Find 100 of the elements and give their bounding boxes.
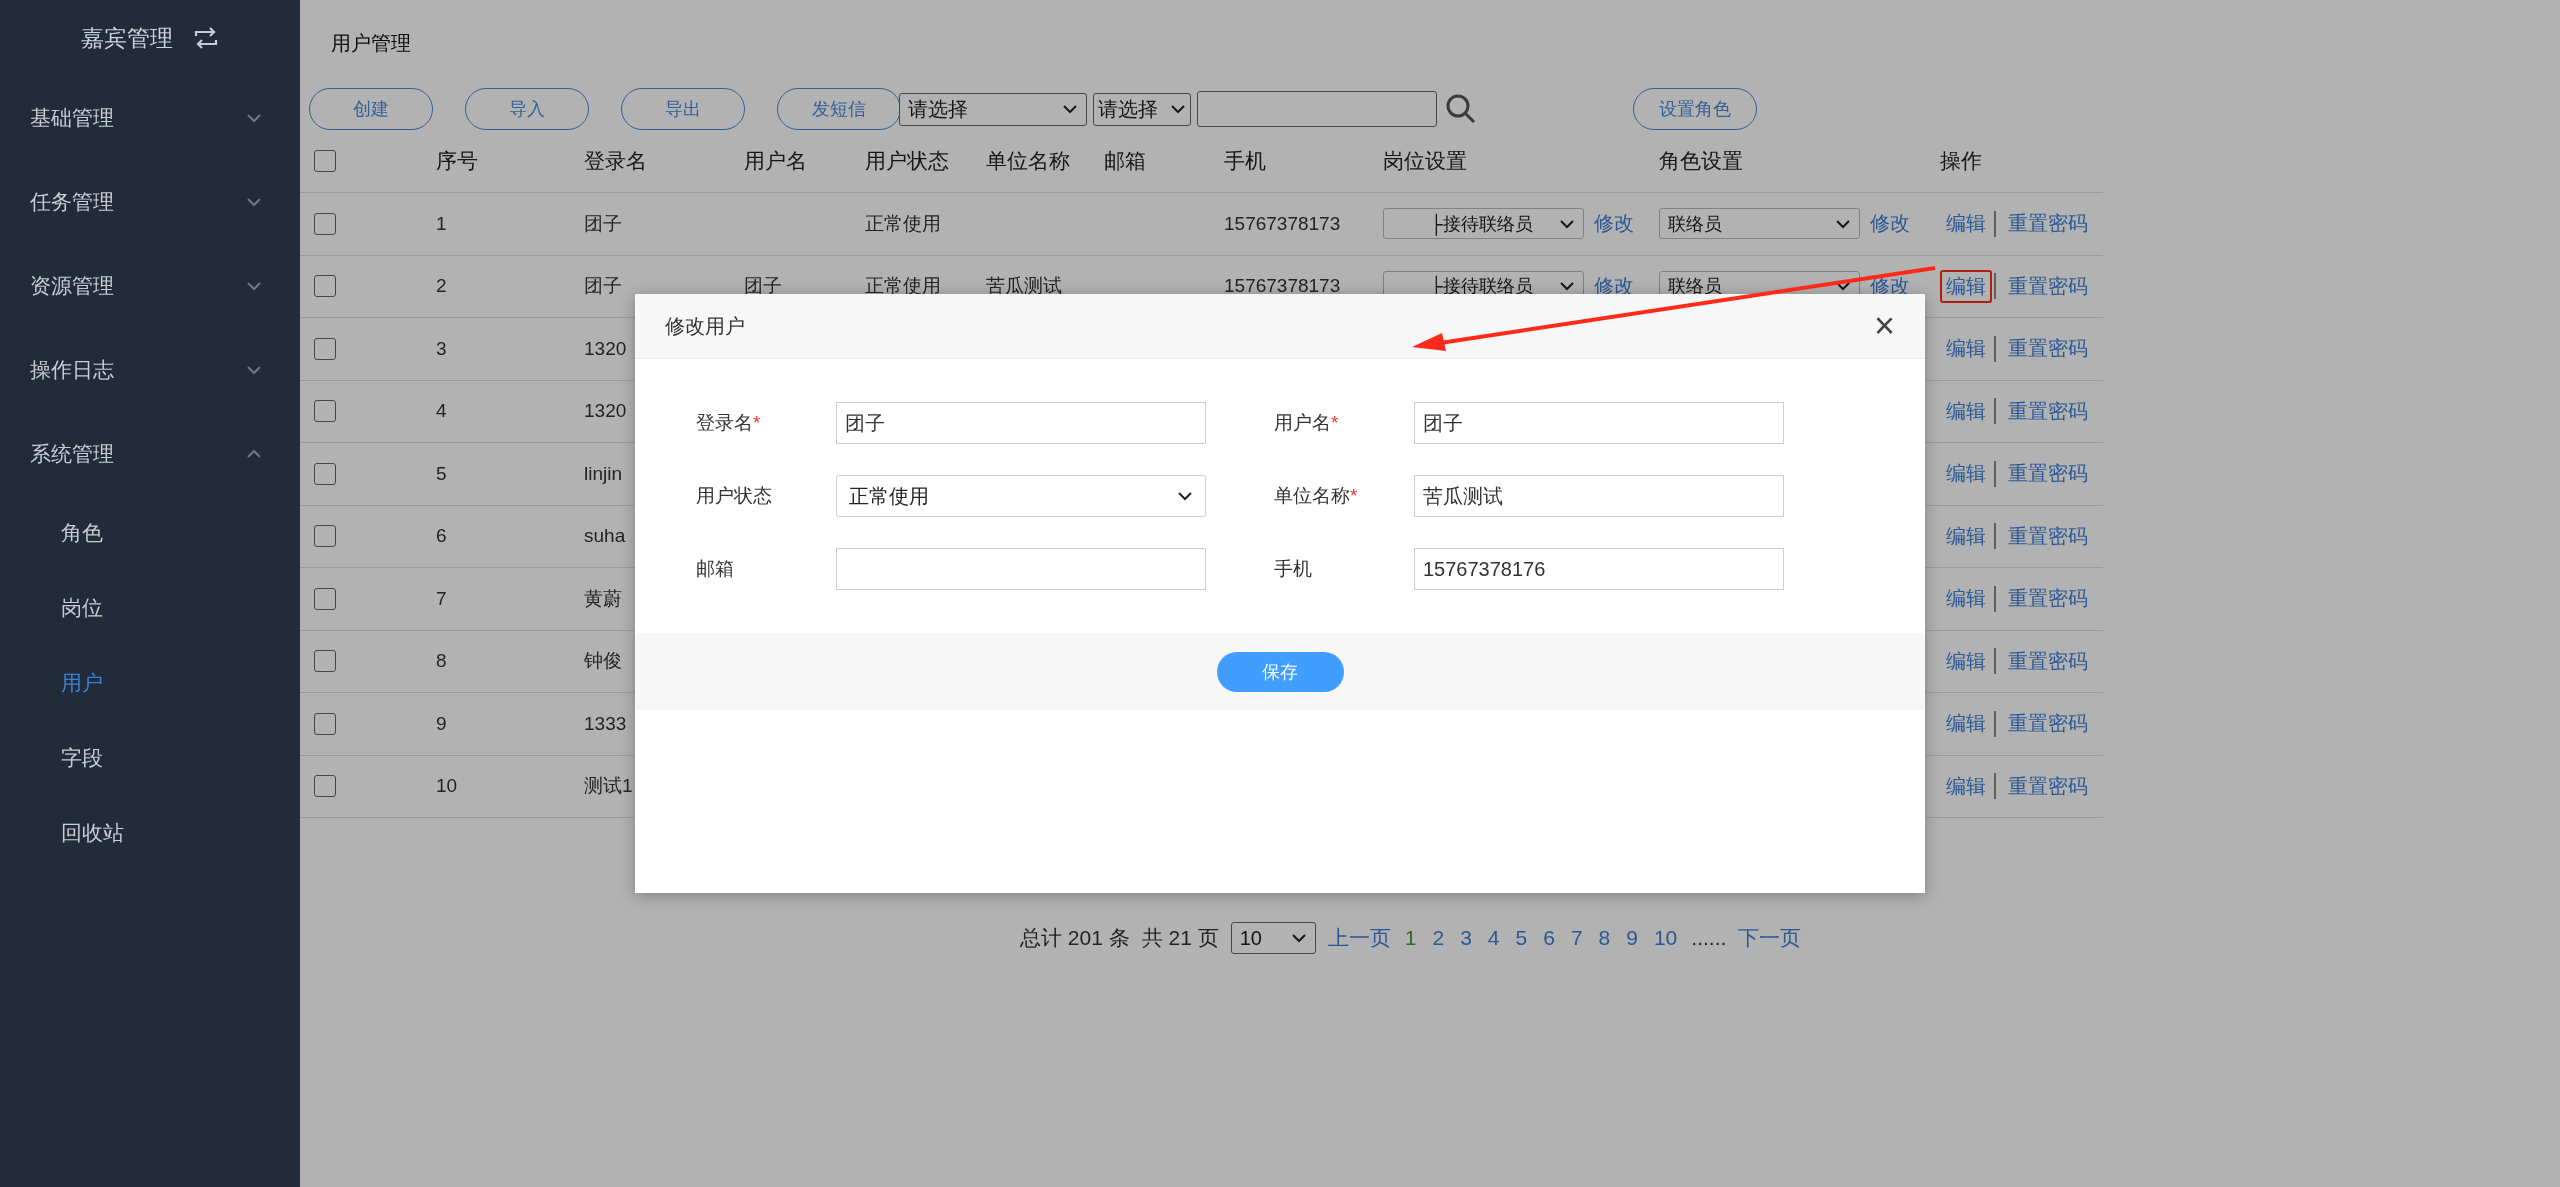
table-cell: 6	[436, 525, 447, 548]
row-checkbox[interactable]	[314, 212, 336, 235]
next-page-link[interactable]: 下一页	[1738, 924, 1802, 952]
input-field[interactable]: 15767378176	[1414, 548, 1784, 590]
table-cell-text: 黄蔚	[584, 586, 622, 611]
dialog-title: 修改用户	[665, 313, 745, 339]
menu-item[interactable]: 操作日志	[0, 328, 300, 412]
table-cell-text: 苦瓜测试	[986, 274, 1062, 299]
row-checkbox[interactable]	[314, 775, 336, 798]
edit-link[interactable]: 编辑	[1940, 269, 1992, 303]
row-checkbox[interactable]	[314, 712, 336, 735]
page-link[interactable]: 6	[1543, 926, 1555, 950]
row-checkbox[interactable]	[314, 462, 336, 485]
prev-page-link[interactable]: 上一页	[1327, 924, 1391, 952]
table-cell: 1	[436, 212, 447, 235]
post-select[interactable]: ├接待联络员	[1383, 208, 1584, 240]
reset-password-link[interactable]: 重置密码	[2001, 644, 2094, 678]
chevron-down-icon	[1170, 103, 1186, 115]
page-link[interactable]: 5	[1515, 926, 1528, 950]
table-cell: 8	[436, 650, 447, 673]
menu-item[interactable]: 资源管理	[0, 244, 300, 328]
chevron-down-icon	[246, 196, 262, 208]
menu-item[interactable]: 基础管理	[0, 76, 300, 160]
field-label: 邮箱	[696, 557, 735, 581]
submenu-item[interactable]: 岗位	[0, 571, 300, 646]
toolbar-button[interactable]: 导入	[465, 88, 589, 130]
reset-password-link[interactable]: 重置密码	[2001, 269, 2094, 303]
input-field[interactable]	[836, 548, 1206, 590]
row-checkbox[interactable]	[314, 650, 336, 673]
page-size-select[interactable]: 10	[1230, 922, 1316, 954]
submenu-item[interactable]: 回收站	[0, 796, 300, 871]
edit-link[interactable]: 编辑	[1940, 207, 1992, 241]
submenu-item[interactable]: 用户	[0, 646, 300, 721]
edit-link[interactable]: 编辑	[1940, 644, 1992, 678]
reset-password-link[interactable]: 重置密码	[2001, 457, 2094, 491]
page-link[interactable]: 1	[1404, 926, 1417, 950]
row-checkbox[interactable]	[314, 587, 336, 610]
table-cell: suha	[584, 525, 626, 548]
search-field[interactable]	[1197, 91, 1437, 127]
toolbar-button[interactable]: 创建	[309, 88, 433, 130]
page-link[interactable]: 10	[1653, 926, 1678, 950]
input-field[interactable]: 团子	[1414, 402, 1784, 444]
chevron-down-icon	[246, 280, 262, 292]
search-icon	[1445, 93, 1477, 125]
chevron-down-icon	[1559, 280, 1575, 293]
edit-link[interactable]: 编辑	[1940, 394, 1992, 428]
filter-select[interactable]: 请选择	[899, 92, 1087, 126]
field-label: 登录名*	[696, 411, 762, 435]
field-label: 单位名称*	[1274, 484, 1359, 508]
row-checkbox[interactable]	[314, 275, 336, 298]
swap-icon	[193, 27, 219, 49]
input-field[interactable]: 团子	[836, 402, 1206, 444]
chevron-up-icon	[246, 448, 262, 460]
table-cell: 3	[436, 337, 447, 360]
submenu-item[interactable]: 角色	[0, 496, 300, 571]
menu-item[interactable]: 任务管理	[0, 160, 300, 244]
close-button[interactable]: ×	[1867, 308, 1901, 344]
reset-password-link[interactable]: 重置密码	[2001, 394, 2094, 428]
input-field[interactable]: 苦瓜测试	[1414, 475, 1784, 517]
reset-password-link[interactable]: 重置密码	[2001, 582, 2094, 616]
modify-link[interactable]: 修改	[1870, 210, 1910, 238]
total-count: 总计 201 条	[1020, 925, 1130, 951]
status-select[interactable]: 正常使用	[836, 475, 1206, 517]
reset-password-link[interactable]: 重置密码	[2001, 519, 2094, 553]
edit-link[interactable]: 编辑	[1940, 332, 1992, 366]
toolbar-button[interactable]: 导出	[621, 88, 745, 130]
filter-select[interactable]: 请选择	[1093, 92, 1191, 126]
page-link[interactable]: 8	[1598, 926, 1611, 950]
column-header: 单位名称	[986, 148, 1070, 174]
table-cell: 4	[436, 400, 447, 423]
reset-password-link[interactable]: 重置密码	[2001, 707, 2094, 741]
row-checkbox[interactable]	[314, 337, 336, 360]
page-link[interactable]: 3	[1460, 926, 1472, 950]
page-link[interactable]: 2	[1432, 926, 1445, 950]
set-role-button[interactable]: 设置角色	[1633, 88, 1757, 130]
page-link[interactable]: 4	[1487, 926, 1500, 950]
table-cell: 15767378173	[1224, 275, 1341, 298]
select-all-checkbox[interactable]	[314, 150, 336, 172]
table-cell-text: 测试1	[584, 774, 633, 799]
modify-link[interactable]: 修改	[1594, 210, 1634, 238]
toolbar-button[interactable]: 发短信	[777, 88, 901, 130]
submenu-item[interactable]: 字段	[0, 721, 300, 796]
column-header: 岗位设置	[1383, 148, 1467, 174]
edit-link[interactable]: 编辑	[1940, 707, 1992, 741]
reset-password-link[interactable]: 重置密码	[2001, 207, 2094, 241]
edit-link[interactable]: 编辑	[1940, 519, 1992, 553]
edit-link[interactable]: 编辑	[1940, 457, 1992, 491]
reset-password-link[interactable]: 重置密码	[2001, 769, 2094, 803]
column-header: 手机	[1224, 148, 1266, 174]
role-select[interactable]: 联络员	[1659, 208, 1860, 240]
page-link[interactable]: 9	[1626, 926, 1638, 950]
save-button[interactable]: 保存	[1216, 651, 1344, 692]
edit-link[interactable]: 编辑	[1940, 769, 1992, 803]
edit-link[interactable]: 编辑	[1940, 582, 1992, 616]
reset-password-link[interactable]: 重置密码	[2001, 332, 2094, 366]
row-checkbox[interactable]	[314, 525, 336, 548]
menu-item[interactable]: 系统管理	[0, 412, 300, 496]
table-cell: linjin	[584, 462, 623, 485]
row-checkbox[interactable]	[314, 400, 336, 423]
page-link[interactable]: 7	[1570, 926, 1583, 950]
